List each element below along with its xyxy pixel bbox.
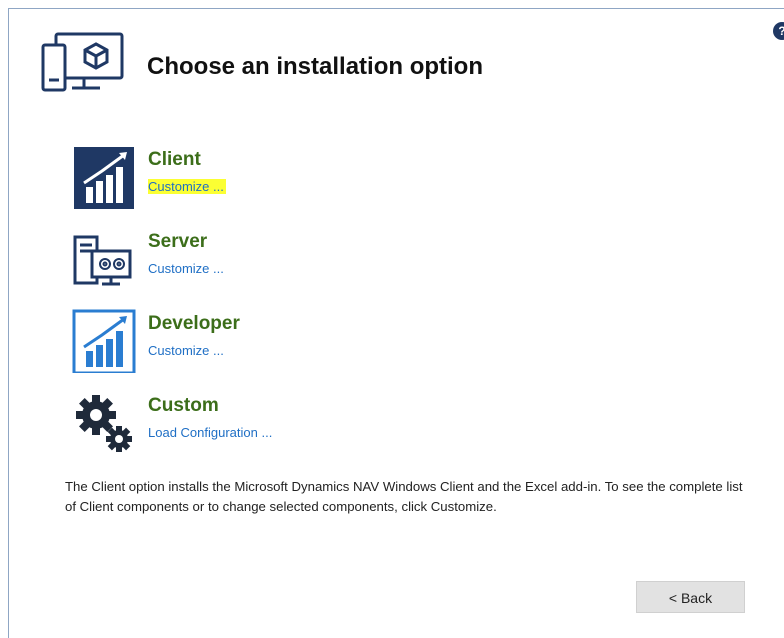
customize-server-link[interactable]: Customize ...: [148, 261, 226, 276]
customize-developer-link[interactable]: Customize ...: [148, 343, 226, 358]
page-title: Choose an installation option: [147, 53, 483, 80]
option-custom[interactable]: Custom Load Configuration ...: [72, 391, 472, 455]
back-button[interactable]: < Back: [636, 581, 745, 613]
option-description: The Client option installs the Microsoft…: [65, 479, 743, 514]
developer-chart-icon: [72, 309, 136, 373]
help-icon[interactable]: ?: [773, 22, 784, 40]
option-title-client: Client: [148, 149, 201, 170]
option-server[interactable]: Server Customize ...: [72, 227, 472, 291]
option-title-developer: Developer: [148, 313, 240, 334]
server-icon: [73, 235, 132, 286]
computer-package-icon: [41, 32, 124, 92]
option-client[interactable]: Client Customize ...: [72, 145, 472, 209]
option-title-custom: Custom: [148, 395, 219, 416]
option-title-server: Server: [148, 231, 208, 252]
client-chart-icon: [74, 147, 134, 209]
gears-icon: [76, 395, 132, 452]
customize-client-link[interactable]: Customize ...: [148, 179, 226, 194]
option-developer[interactable]: Developer Customize ...: [72, 309, 472, 373]
load-configuration-link[interactable]: Load Configuration ...: [148, 425, 274, 440]
